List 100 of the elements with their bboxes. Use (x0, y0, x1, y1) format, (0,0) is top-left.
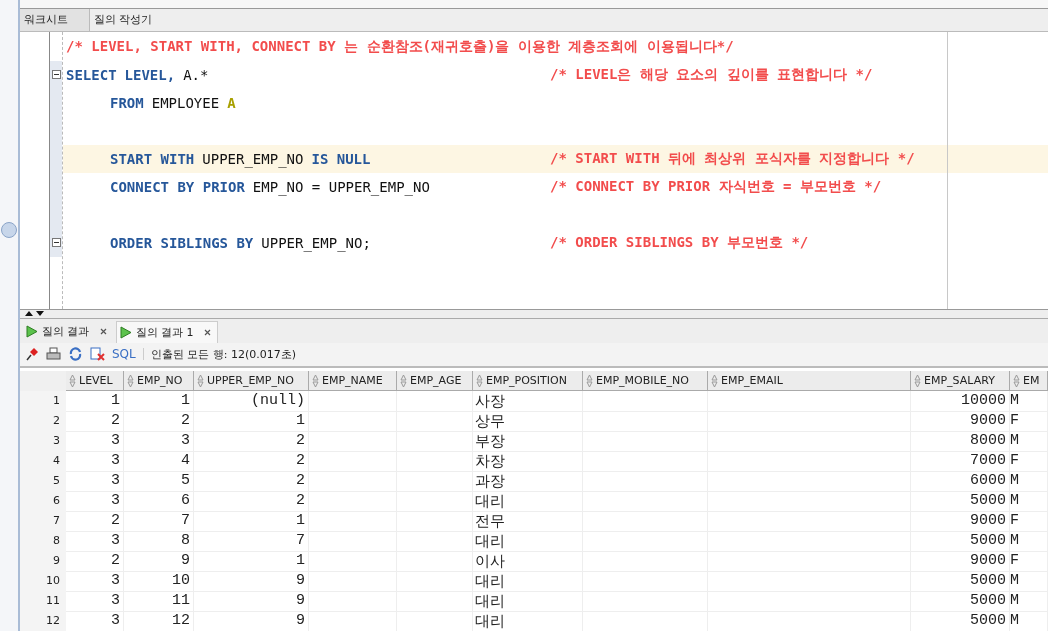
table-cell: 10 (124, 571, 194, 592)
print-icon[interactable] (46, 347, 61, 362)
column-header[interactable]: EMP_EMAIL (708, 371, 911, 391)
table-cell: 7 (194, 531, 309, 552)
table-cell: 12 (124, 611, 194, 631)
column-header[interactable]: EMP_AGE (397, 371, 473, 391)
table-cell: 2 (194, 491, 309, 512)
table-cell: 대리 (473, 571, 583, 592)
table-cell: M (1010, 391, 1048, 412)
pin-icon[interactable] (25, 347, 39, 362)
table-cell: 부장 (473, 431, 583, 452)
table-cell: 6000 (911, 471, 1010, 492)
code-token: SELECT (66, 66, 117, 83)
row-number: 11 (20, 591, 66, 612)
table-cell: 9 (194, 571, 309, 592)
code-token: ORDER SIBLINGS BY (110, 234, 254, 251)
table-cell: 2 (194, 431, 309, 452)
code-comment: /* LEVEL은 해당 요소의 깊이를 표현합니다 */ (550, 65, 874, 84)
table-cell: 이사 (473, 551, 583, 572)
row-number: 1 (20, 391, 66, 412)
table-cell: 3 (66, 451, 124, 472)
code-comment: /* ORDER SIBLINGS BY 부모번호 */ (550, 233, 810, 252)
column-header[interactable]: EMP_MOBILE_NO (583, 371, 708, 391)
table-cell: 2 (124, 411, 194, 432)
row-number: 9 (20, 551, 66, 572)
code-token: EMPLOYEE (151, 94, 220, 111)
code-token: UPPER_EMP_NO; (261, 234, 371, 251)
table-cell: F (1010, 551, 1048, 572)
table-cell: 1 (124, 391, 194, 412)
column-header[interactable]: EMP_POSITION (473, 371, 583, 391)
table-cell: 4 (124, 451, 194, 472)
fold-icon[interactable] (51, 238, 61, 248)
table-cell: M (1010, 591, 1048, 612)
column-header[interactable]: EM (1010, 371, 1048, 391)
sql-link[interactable]: SQL (112, 347, 136, 362)
table-cell: 3 (66, 571, 124, 592)
column-header[interactable]: LEVEL (66, 371, 124, 391)
result-tab[interactable]: 질의 결과 1 (115, 320, 218, 343)
result-tab[interactable]: 질의 결과 (22, 320, 114, 343)
table-cell: 2 (66, 551, 124, 572)
sort-icon (1013, 373, 1020, 388)
close-icon[interactable] (99, 328, 107, 336)
column-header[interactable]: UPPER_EMP_NO (194, 371, 309, 391)
code-token: UPPER_EMP_NO (202, 150, 304, 167)
table-cell: 9 (194, 591, 309, 612)
table-cell: 3 (66, 591, 124, 612)
table-cell: 9 (194, 611, 309, 631)
fold-icon[interactable] (51, 70, 61, 80)
table-cell: 1 (194, 411, 309, 432)
code-token: START WITH (110, 150, 195, 167)
code-editor[interactable] (20, 31, 1048, 310)
table-cell: M (1010, 611, 1048, 631)
split-arrows-icon[interactable] (24, 310, 46, 318)
delete-icon[interactable] (90, 347, 105, 362)
editor-tab[interactable]: 워크시트 (20, 8, 90, 31)
editor-tab[interactable]: 질의 작성기 (90, 8, 165, 31)
column-header[interactable]: EMP_NO (124, 371, 194, 391)
table-cell: 11 (124, 591, 194, 612)
table-cell: 2 (194, 451, 309, 472)
table-cell: 2 (66, 511, 124, 532)
scroll-handle[interactable] (1, 222, 17, 238)
table-cell: 5000 (911, 611, 1010, 631)
table-cell: 3 (66, 531, 124, 552)
sort-icon (197, 373, 204, 388)
code-token: A.* (183, 66, 209, 83)
code-comment: /* LEVEL, START WITH, CONNECT BY 는 순환참조(재귀호출)을 이용한 계층조회에 이용됩니다*/ (66, 37, 735, 56)
status-text: 인출된 모든 행: 12(0.017초) (150, 346, 297, 362)
table-cell: 대리 (473, 591, 583, 612)
column-header[interactable]: EMP_NAME (309, 371, 397, 391)
table-cell: 10000 (911, 391, 1010, 412)
row-number: 10 (20, 571, 66, 592)
code-token: CONNECT BY PRIOR (110, 178, 245, 195)
table-cell: 3 (66, 491, 124, 512)
row-number: 4 (20, 451, 66, 472)
play-icon (26, 325, 38, 339)
sort-icon (586, 373, 593, 388)
table-cell: F (1010, 411, 1048, 432)
refresh-icon[interactable] (68, 347, 83, 362)
table-cell: 상무 (473, 411, 583, 432)
table-cell: 9000 (911, 411, 1010, 432)
table-cell: 3 (124, 431, 194, 452)
column-header[interactable]: EMP_SALARY (911, 371, 1010, 391)
row-number: 6 (20, 491, 66, 512)
close-icon[interactable] (203, 328, 211, 336)
code-token: FROM (110, 94, 144, 111)
sort-icon (476, 373, 483, 388)
code-comment: /* START WITH 뒤에 최상위 포식자를 지정합니다 */ (550, 149, 916, 168)
table-cell: 5000 (911, 571, 1010, 592)
row-number: 12 (20, 611, 66, 631)
table-cell: 2 (194, 471, 309, 492)
code-token: IS NULL (311, 150, 371, 167)
table-cell: 대리 (473, 611, 583, 631)
sort-icon (711, 373, 718, 388)
code-token: A (227, 94, 236, 111)
table-cell: 대리 (473, 531, 583, 552)
table-cell: F (1010, 511, 1048, 532)
code-token: LEVEL, (124, 66, 176, 83)
table-cell: 1 (194, 511, 309, 532)
table-cell: 차장 (473, 451, 583, 472)
table-cell: 5 (124, 471, 194, 492)
